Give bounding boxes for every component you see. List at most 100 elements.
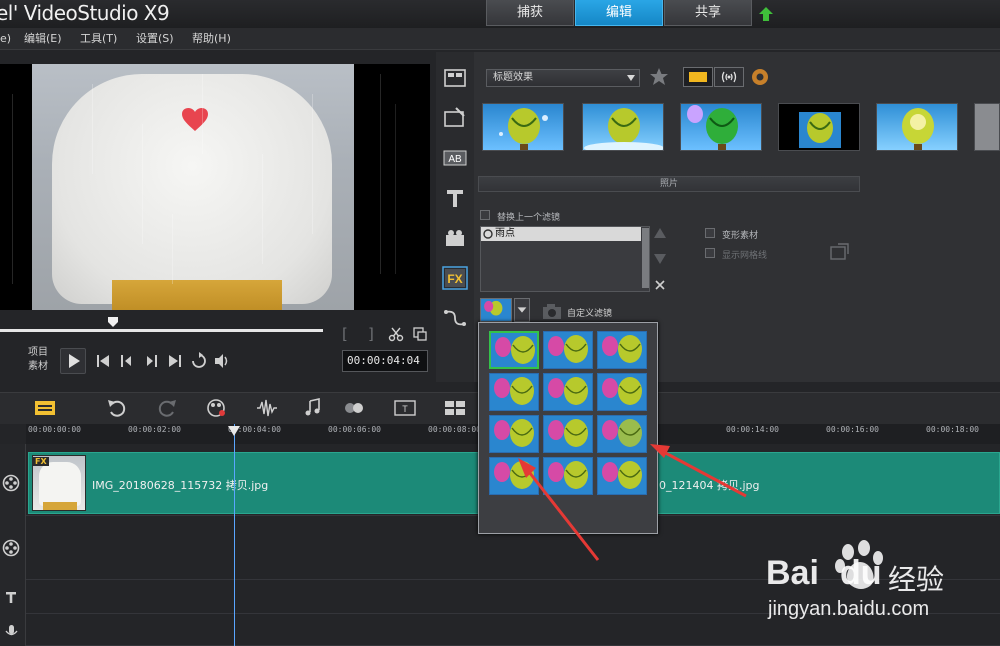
baidu-url: jingyan.baidu.com — [768, 598, 930, 620]
graphic-category-icon[interactable] — [442, 226, 468, 250]
preset-thumbnail[interactable] — [543, 373, 593, 411]
scrub-bar[interactable] — [0, 329, 323, 332]
instant-project-icon[interactable] — [442, 106, 468, 130]
video-view-icon — [689, 72, 707, 82]
overlay-track-icon[interactable] — [2, 539, 20, 557]
grid-options-icon[interactable] — [830, 242, 850, 260]
baidu-watermark: Bai du 经验 jingyan.baidu.com — [760, 540, 1000, 640]
go-to-end-icon[interactable] — [166, 352, 184, 370]
baidu-jingyan-text: 经验 — [888, 563, 945, 596]
view-video-toggle[interactable] — [683, 67, 713, 87]
move-filter-up-icon[interactable] — [654, 228, 666, 238]
play-button[interactable] — [60, 348, 86, 374]
preset-thumbnail[interactable] — [597, 373, 647, 411]
tab-capture[interactable]: 捕获 — [486, 0, 574, 26]
menu-help[interactable]: 帮助(H) — [192, 28, 231, 50]
menu-edit[interactable]: 编辑(E) — [24, 28, 62, 50]
transition-category-icon[interactable]: AB — [442, 146, 468, 170]
show-grid-checkbox[interactable] — [705, 248, 715, 258]
applied-filter-list[interactable]: 雨点 — [480, 226, 650, 292]
filter-thumbnail[interactable] — [778, 103, 860, 151]
filter-item-label: 雨点 — [495, 228, 515, 239]
ruler-tick: 00:00:16:00 — [826, 425, 879, 434]
options-section-header[interactable]: 照片 — [478, 176, 860, 192]
title-category-icon[interactable] — [442, 186, 468, 210]
timecode-field[interactable]: 00:00:04:04 — [342, 350, 428, 372]
scissors-icon[interactable] — [388, 326, 404, 342]
delete-filter-icon[interactable] — [655, 280, 665, 290]
filter-list-scrollbar[interactable] — [642, 228, 649, 288]
filter-visible-icon[interactable] — [483, 229, 493, 239]
copy-icon[interactable] — [412, 326, 428, 342]
mode-clip-label[interactable]: 素材 — [28, 360, 48, 374]
preset-thumbnail[interactable] — [543, 331, 593, 369]
preview-window[interactable] — [0, 64, 430, 310]
tab-edit[interactable]: 编辑 — [575, 0, 663, 26]
filter-thumbnail[interactable] — [974, 103, 1000, 151]
morph-clip-checkbox[interactable] — [705, 228, 715, 238]
path-category-icon[interactable] — [442, 306, 468, 330]
filter-thumbnail[interactable] — [680, 103, 762, 151]
subtitle-editor-icon[interactable]: T — [394, 398, 416, 418]
balloon-icon — [902, 108, 934, 150]
move-filter-down-icon[interactable] — [654, 254, 666, 264]
audio-mixer-icon[interactable] — [256, 398, 278, 418]
clip-filename: IMG_20180628_115732 拷贝.jpg — [92, 479, 269, 492]
filter-thumbnail[interactable] — [876, 103, 958, 151]
preset-dropdown-arrow[interactable] — [514, 298, 530, 322]
baidu-brand-text-2: du — [840, 554, 882, 592]
custom-filter-label[interactable]: 自定义滤镜 — [567, 306, 612, 319]
next-frame-icon[interactable] — [142, 352, 160, 370]
undo-icon[interactable] — [106, 398, 128, 418]
filter-thumbnail[interactable] — [482, 103, 564, 151]
mark-out-icon[interactable]: ] — [368, 325, 374, 343]
tab-share[interactable]: 共享 — [664, 0, 752, 26]
svg-text:AB: AB — [448, 154, 462, 165]
heart-icon — [182, 108, 208, 131]
multi-camera-icon[interactable] — [444, 398, 466, 418]
preset-dropdown-button[interactable] — [480, 298, 512, 322]
view-audio-toggle[interactable] — [714, 67, 744, 87]
menu-tools[interactable]: 工具(T) — [80, 28, 117, 50]
replace-last-filter-checkbox[interactable] — [480, 210, 490, 220]
add-favorite-icon[interactable] — [650, 67, 672, 87]
balloon-icon — [602, 377, 642, 405]
video-track-icon[interactable] — [2, 474, 20, 492]
record-capture-icon[interactable] — [206, 398, 228, 418]
fx-filter-category-icon[interactable]: FX — [442, 266, 468, 290]
ruler-tick: 00:00:02:00 — [128, 425, 181, 434]
videostudio-window: el' VideoStudio X9 捕获 编辑 共享 e) 编辑(E) 工具(… — [0, 0, 1000, 646]
preset-thumbnail[interactable] — [597, 331, 647, 369]
motion-tracking-icon[interactable] — [344, 398, 366, 418]
volume-icon[interactable] — [213, 352, 231, 370]
baidu-brand-text: Bai — [766, 554, 819, 592]
voice-track-icon[interactable] — [2, 622, 20, 640]
previous-frame-icon[interactable] — [118, 352, 136, 370]
mode-project-label[interactable]: 项目 — [28, 346, 48, 360]
mark-in-icon[interactable]: [ — [342, 325, 348, 343]
auto-music-icon[interactable] — [302, 398, 324, 418]
preset-thumbnail[interactable] — [489, 373, 539, 411]
custom-filter-icon[interactable] — [542, 302, 562, 320]
go-to-start-icon[interactable] — [94, 352, 112, 370]
media-category-icon[interactable] — [442, 66, 468, 90]
title-track-icon[interactable] — [2, 588, 20, 606]
menu-file[interactable]: e) — [0, 28, 11, 50]
gear-icon[interactable] — [750, 67, 770, 87]
filter-category-dropdown[interactable]: 标题效果 — [486, 69, 640, 87]
storyboard-view-icon[interactable] — [34, 398, 56, 418]
menu-settings[interactable]: 设置(S) — [136, 28, 174, 50]
preview-mode-switch[interactable]: 项目 素材 — [28, 346, 48, 374]
filter-thumbnail[interactable] — [582, 103, 664, 151]
upload-arrow-icon[interactable] — [758, 6, 774, 22]
video-clip[interactable]: IMG_20180628_115732 拷贝.jpg — [28, 452, 480, 514]
redo-icon[interactable] — [156, 398, 178, 418]
scrub-handle-icon[interactable] — [108, 317, 118, 327]
chevron-down-icon — [627, 75, 635, 81]
timeline-playhead[interactable] — [234, 424, 235, 646]
preset-thumbnail[interactable] — [489, 331, 539, 369]
playhead-handle-icon[interactable] — [228, 426, 240, 436]
repeat-icon[interactable] — [190, 352, 208, 370]
skirt-shape — [112, 280, 282, 310]
filter-list-item[interactable]: 雨点 — [481, 227, 641, 241]
